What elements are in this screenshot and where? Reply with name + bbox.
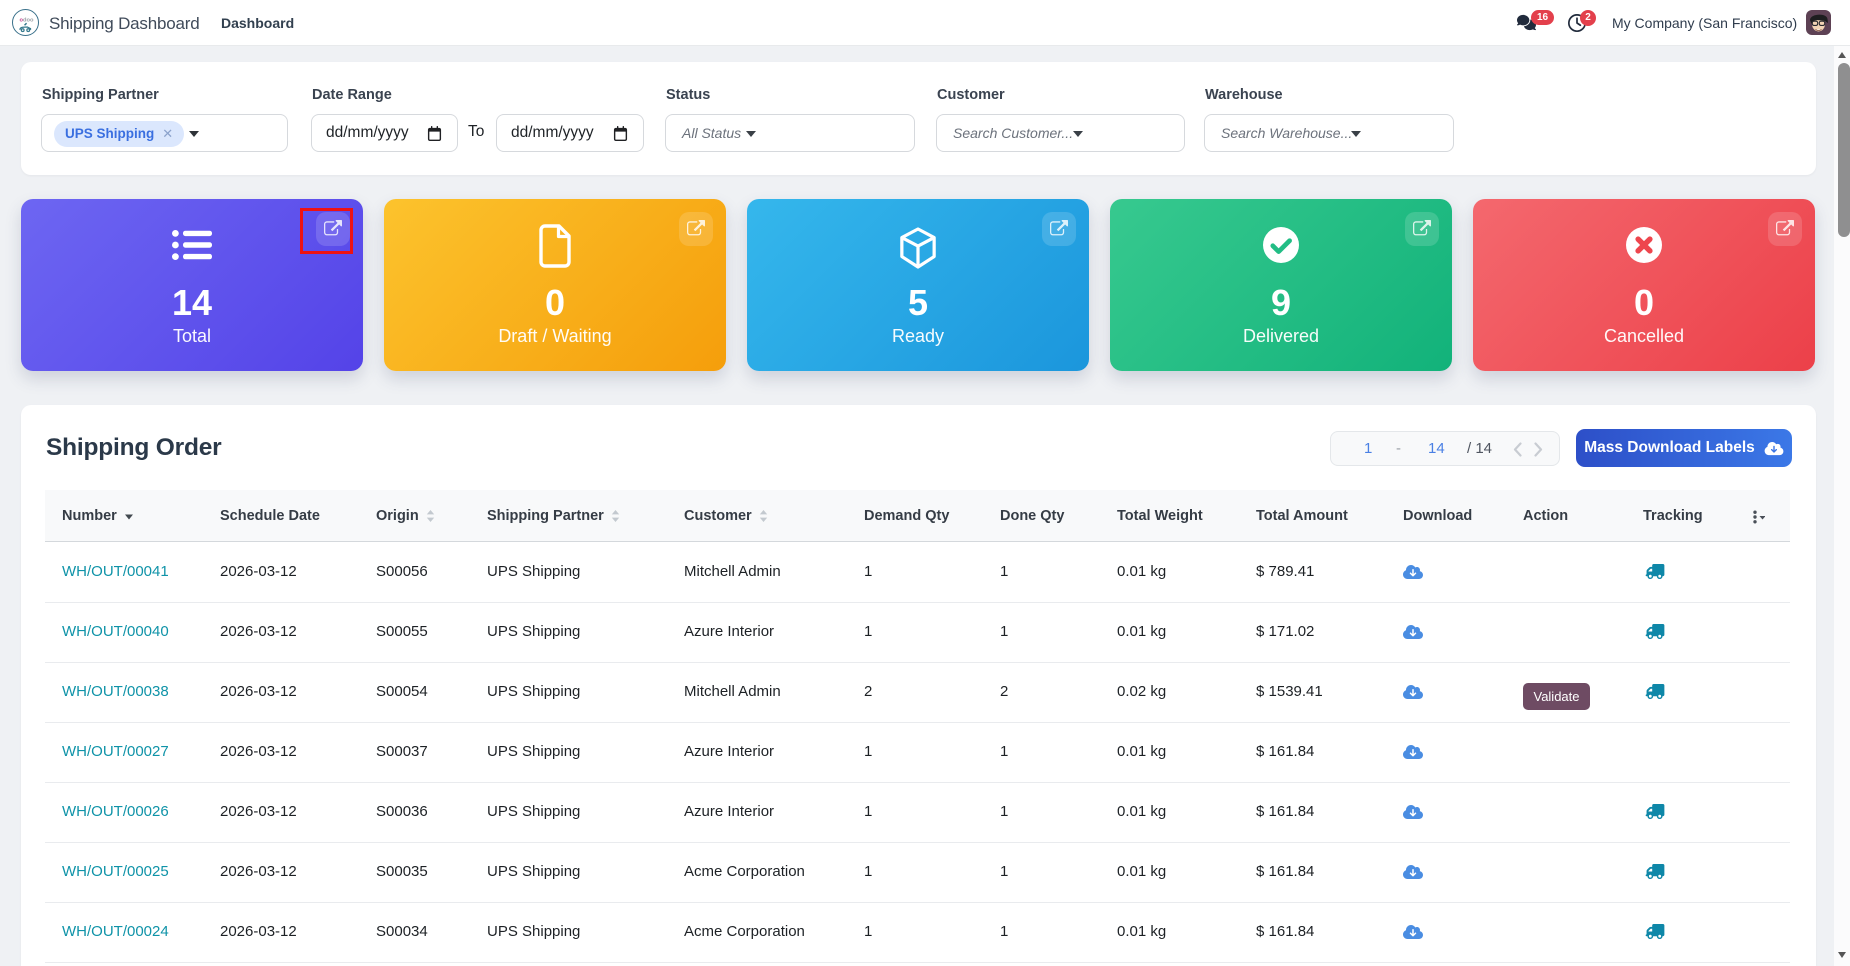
- svg-text:doo: doo: [23, 18, 34, 24]
